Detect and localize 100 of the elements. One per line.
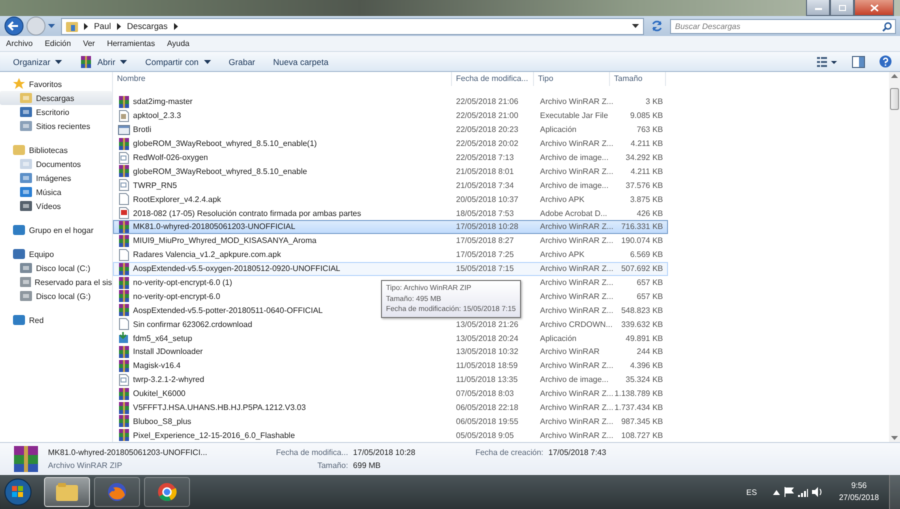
file-row[interactable]: twrp-3.2.1-2-whyred (114, 374, 453, 386)
size-cell-text: 37.576 KB (624, 180, 664, 190)
menu-item[interactable]: Herramientas (106, 39, 155, 48)
menu-item[interactable]: Archivo (6, 39, 33, 48)
sidebar-group[interactable]: Equipo (0, 247, 112, 261)
sidebar-group[interactable]: Red (0, 313, 112, 327)
chevron-right-icon[interactable] (116, 22, 122, 30)
sidebar-item[interactable]: Imágenes (0, 171, 112, 185)
dropdown-arrow-icon[interactable] (632, 24, 639, 28)
minimize-button[interactable] (806, 0, 830, 16)
close-button[interactable] (854, 0, 894, 16)
taskbar-button[interactable] (44, 477, 90, 507)
scrollbar-thumb[interactable] (890, 88, 899, 110)
back-button[interactable] (4, 16, 24, 36)
file-row[interactable]: MK81.0-whyred-201805061203-UNOFFICIAL 17/05/2018 10:28 Archivo WinRAR Z... 716.331 KB (113, 220, 668, 234)
file-row[interactable]: apktool_2.3.3 (114, 110, 453, 122)
clock[interactable]: 9:56 27/05/2018 (838, 480, 879, 504)
sidebar-item[interactable]: Disco local (C:) (0, 261, 112, 275)
file-row[interactable]: Radares Valencia_v1.2_apkpure.com.apk (114, 248, 453, 261)
file-row[interactable]: 2018-082 (17-05) Resolución contrato firmada por ambas partes (114, 207, 453, 220)
file-row[interactable]: RedWolf-026-oxygen (114, 152, 453, 164)
flag-icon[interactable] (784, 487, 794, 497)
sidebar-item[interactable]: Documentos (0, 157, 112, 171)
file-row[interactable]: Bluboo_S8_plus (114, 415, 453, 428)
book-stack-icon (80, 56, 92, 68)
book-stack-icon (118, 262, 130, 275)
help-button[interactable] (879, 55, 892, 68)
chevron-right-icon[interactable] (83, 22, 89, 30)
book-stack-icon (12, 445, 40, 473)
file-row[interactable]: globeROM_3WayReboot_whyred_8.5.10_enable(1) (114, 138, 453, 150)
star-icon (13, 78, 25, 90)
file-row[interactable]: fdm5_x64_setup (114, 332, 453, 344)
file-row[interactable]: MIUI9_MiuPro_Whyred_MOD_KISASANYA_Aroma (114, 234, 453, 247)
breadcrumb[interactable]: Paul (94, 21, 112, 31)
column-header[interactable]: Tipo (534, 72, 610, 86)
file-row[interactable]: AospExtended-v5.5-oxygen-20180512-0920-UNOFFICIAL 15/05/2018 7:15 Archivo WinRAR Z... 507.692 KB (113, 262, 668, 276)
sidebar-item[interactable]: Música (0, 185, 112, 199)
menu-item[interactable]: Ver (82, 39, 95, 48)
size-cell-text: 9.085 KB (629, 111, 664, 120)
preview-pane-button[interactable] (852, 56, 865, 68)
address-bar[interactable]: Paul Descargas (61, 18, 644, 34)
column-header[interactable]: Fecha de modifica... (452, 72, 534, 86)
language-indicator[interactable]: ES (746, 488, 757, 496)
sidebar-item[interactable]: Sitios recientes (0, 119, 112, 133)
date-cell-text: 22/05/2018 20:02 (455, 139, 520, 148)
menu-item[interactable]: Ayuda (166, 39, 190, 48)
sidebar-group[interactable]: Bibliotecas (0, 143, 112, 157)
file-row[interactable]: Pixel_Experience_12-15-2016_6.0_Flashable (114, 429, 453, 442)
detail-value: 17/05/2018 7:43 (548, 448, 606, 457)
date-cell-text: 13/05/2018 20:24 (455, 334, 520, 343)
sidebar-item[interactable]: Escritorio (0, 105, 112, 119)
file-row[interactable]: Magisk-v16.4 (114, 360, 453, 372)
folder-icon (20, 92, 32, 104)
sidebar-group[interactable]: Grupo en el hogar (0, 223, 112, 237)
file-row[interactable]: globeROM_3WayReboot_whyred_8.5.10_enable (114, 165, 453, 178)
sidebar-item[interactable]: Descargas (0, 91, 112, 105)
fox-globe-icon (107, 482, 127, 502)
scroll-up-arrow-icon[interactable] (891, 74, 898, 78)
view-options-button[interactable] (816, 56, 838, 68)
speaker-icon[interactable] (812, 487, 823, 497)
file-row[interactable]: V5FFFTJ.HSA.UHANS.HB.HJ.P5PA.1212.V3.03 (114, 402, 453, 414)
size-cell-text: 426 KB (636, 208, 664, 218)
chevron-right-icon[interactable] (172, 22, 179, 30)
show-hidden-icons-button[interactable] (772, 490, 780, 494)
type-cell-text: Archivo de image... (539, 180, 610, 190)
toolbar-button[interactable]: Organizar (8, 54, 68, 68)
file-row[interactable]: Oukitel_K6000 (114, 388, 453, 400)
toolbar-button[interactable]: Abrir (75, 54, 132, 70)
breadcrumb[interactable]: Descargas (127, 21, 168, 31)
date-cell-text: 15/05/2018 7:15 (455, 264, 515, 274)
column-header[interactable]: Nombre (113, 72, 452, 86)
type-cell-text: Archivo de image... (539, 153, 610, 162)
book-stack-icon (118, 276, 130, 289)
scrollbar[interactable] (889, 72, 900, 442)
date-cell-text: 17/05/2018 8:27 (455, 236, 515, 246)
file-row[interactable]: Sin confirmar 623062.crdownload (114, 318, 453, 330)
date-cell-text: 22/05/2018 21:00 (455, 111, 520, 120)
browser-icon (157, 482, 177, 502)
type-cell-text: Archivo WinRAR Z... (539, 306, 611, 315)
scroll-down-arrow-icon[interactable] (891, 436, 898, 440)
sidebar-item[interactable]: Reservado para el sis (0, 275, 112, 289)
toolbar-button[interactable]: Grabar (224, 54, 260, 68)
toolbar-button[interactable]: Compartir con (140, 54, 216, 68)
file-row[interactable]: sdat2img-master (114, 96, 453, 108)
menu-item[interactable]: Edición (44, 39, 71, 48)
taskbar-button[interactable] (94, 477, 140, 507)
signal-icon[interactable] (798, 488, 808, 496)
file-row[interactable]: Brotli (114, 124, 453, 136)
column-header[interactable]: Tamaño (610, 72, 666, 86)
maximize-button[interactable] (830, 0, 854, 16)
file-row[interactable]: Install JDownloader (114, 346, 453, 358)
sidebar-item[interactable]: Vídeos (0, 199, 112, 213)
toolbar-button[interactable]: Nueva carpeta (268, 54, 334, 68)
sidebar-group[interactable]: Favoritos (0, 77, 112, 91)
file-row[interactable]: RootExplorer_v4.2.4.apk (114, 193, 453, 206)
taskbar-button[interactable] (144, 477, 190, 507)
search-field[interactable]: Buscar Descargas (670, 18, 896, 34)
sidebar-item[interactable]: Disco local (G:) (0, 289, 112, 303)
file-row[interactable]: TWRP_RN5 (114, 179, 453, 192)
start-button[interactable] (4, 478, 32, 506)
